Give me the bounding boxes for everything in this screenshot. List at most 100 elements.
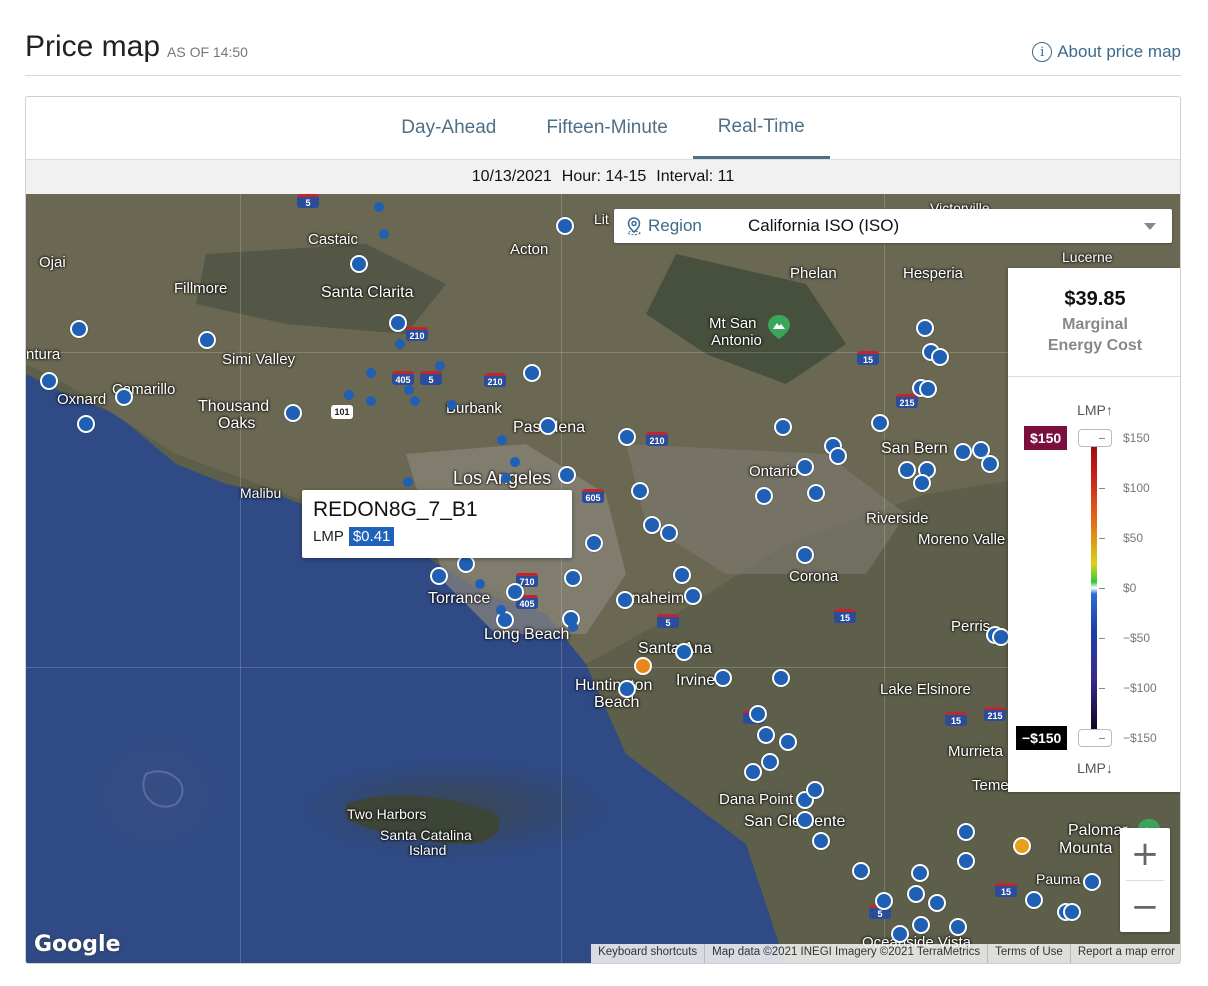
pricing-node[interactable]: [631, 482, 649, 500]
tab-fifteen-minute[interactable]: Fifteen-Minute: [521, 97, 692, 159]
tab-day-ahead[interactable]: Day-Ahead: [376, 97, 521, 159]
pricing-node[interactable]: [957, 852, 975, 870]
zoom-in-button[interactable]: +: [1120, 828, 1170, 880]
terms-of-use-link[interactable]: Terms of Use: [987, 944, 1070, 963]
pricing-node[interactable]: [1063, 903, 1081, 921]
pricing-node[interactable]: [523, 364, 541, 382]
pricing-node[interactable]: [913, 474, 931, 492]
pricing-node-small[interactable]: [568, 622, 578, 632]
pricing-node[interactable]: [928, 894, 946, 912]
place-mt-san-antonio-2: Antonio: [711, 332, 762, 349]
pricing-node-small[interactable]: [374, 202, 384, 212]
pricing-node[interactable]: [772, 669, 790, 687]
pricing-node[interactable]: [875, 892, 893, 910]
pricing-node[interactable]: [40, 372, 58, 390]
pricing-node[interactable]: [77, 415, 95, 433]
pricing-node[interactable]: [558, 466, 576, 484]
pricing-node[interactable]: [673, 566, 691, 584]
about-link-label: About price map: [1057, 42, 1181, 61]
pricing-node-small[interactable]: [403, 477, 413, 487]
pricing-node[interactable]: [350, 255, 368, 273]
pricing-node[interactable]: [907, 885, 925, 903]
pricing-node[interactable]: [931, 348, 949, 366]
pricing-node[interactable]: [506, 583, 524, 601]
pricing-node[interactable]: [912, 916, 930, 934]
pricing-node[interactable]: [796, 546, 814, 564]
pricing-node-small[interactable]: [447, 400, 457, 410]
pricing-node[interactable]: [643, 516, 661, 534]
pricing-node-small[interactable]: [497, 435, 507, 445]
pricing-node[interactable]: [389, 314, 407, 332]
pricing-node[interactable]: [949, 918, 967, 936]
pricing-node[interactable]: [871, 414, 889, 432]
tab-real-time[interactable]: Real-Time: [692, 97, 830, 159]
pricing-node[interactable]: [618, 680, 636, 698]
pricing-node[interactable]: [755, 487, 773, 505]
pricing-node[interactable]: [675, 643, 693, 661]
place-littlerock: Lit: [594, 211, 609, 227]
pricing-node[interactable]: [684, 587, 702, 605]
pricing-node-small[interactable]: [379, 229, 389, 239]
pricing-node-small[interactable]: [395, 339, 405, 349]
pricing-node[interactable]: [812, 832, 830, 850]
pricing-node[interactable]: [957, 823, 975, 841]
pricing-node-small[interactable]: [510, 457, 520, 467]
pricing-node[interactable]: [1025, 891, 1043, 909]
pricing-node-small[interactable]: [496, 605, 506, 615]
pricing-node-small[interactable]: [410, 396, 420, 406]
pricing-node[interactable]: [852, 862, 870, 880]
pricing-node[interactable]: [585, 534, 603, 552]
pricing-node[interactable]: [749, 705, 767, 723]
highway-shield-icon: 5: [297, 194, 319, 208]
google-logo: Google: [34, 932, 121, 957]
pricing-node[interactable]: [539, 417, 557, 435]
region-selector[interactable]: Region California ISO (ISO): [614, 209, 1172, 243]
pricing-node[interactable]: [564, 569, 582, 587]
pricing-node-small[interactable]: [366, 368, 376, 378]
pricing-node[interactable]: [806, 781, 824, 799]
pricing-node[interactable]: [761, 753, 779, 771]
pricing-node[interactable]: [981, 455, 999, 473]
pricing-node[interactable]: [829, 447, 847, 465]
place-murrieta: Murrieta: [948, 743, 1004, 760]
pricing-node[interactable]: [744, 763, 762, 781]
pricing-node[interactable]: [618, 428, 636, 446]
pricing-node[interactable]: [70, 320, 88, 338]
pricing-node-high[interactable]: [634, 657, 652, 675]
pricing-node[interactable]: [774, 418, 792, 436]
pricing-node[interactable]: [911, 864, 929, 882]
lmp-max-slider-handle[interactable]: [1078, 429, 1112, 447]
pricing-node[interactable]: [757, 726, 775, 744]
lmp-min-slider-handle[interactable]: [1078, 729, 1112, 747]
pricing-node[interactable]: [1083, 873, 1101, 891]
pricing-node[interactable]: [954, 443, 972, 461]
pricing-node[interactable]: [779, 733, 797, 751]
pricing-node[interactable]: [284, 404, 302, 422]
pricing-node[interactable]: [556, 217, 574, 235]
pricing-node[interactable]: [898, 461, 916, 479]
pricing-node-small[interactable]: [435, 361, 445, 371]
pricing-node-small[interactable]: [501, 473, 511, 483]
pricing-node[interactable]: [198, 331, 216, 349]
zoom-out-button[interactable]: −: [1120, 881, 1170, 933]
pricing-node[interactable]: [714, 669, 732, 687]
about-price-map-link[interactable]: i About price map: [1032, 42, 1181, 62]
report-map-error-link[interactable]: Report a map error: [1069, 944, 1180, 963]
pricing-node[interactable]: [616, 591, 634, 609]
keyboard-shortcuts-link[interactable]: Keyboard shortcuts: [591, 944, 704, 963]
pricing-node[interactable]: [919, 380, 937, 398]
pricing-node-small[interactable]: [344, 390, 354, 400]
pricing-node-elevated[interactable]: [1013, 837, 1031, 855]
pricing-node[interactable]: [115, 388, 133, 406]
pricing-node[interactable]: [916, 319, 934, 337]
pricing-node[interactable]: [796, 811, 814, 829]
price-map[interactable]: Castaic Acton Ojai Fillmore Santa Clarit…: [26, 194, 1180, 963]
pricing-node[interactable]: [796, 458, 814, 476]
pricing-node-small[interactable]: [404, 385, 414, 395]
pricing-node-small[interactable]: [366, 396, 376, 406]
pricing-node[interactable]: [807, 484, 825, 502]
pricing-node[interactable]: [660, 524, 678, 542]
pricing-node[interactable]: [430, 567, 448, 585]
pricing-node-small[interactable]: [475, 579, 485, 589]
pricing-node[interactable]: [891, 925, 909, 943]
